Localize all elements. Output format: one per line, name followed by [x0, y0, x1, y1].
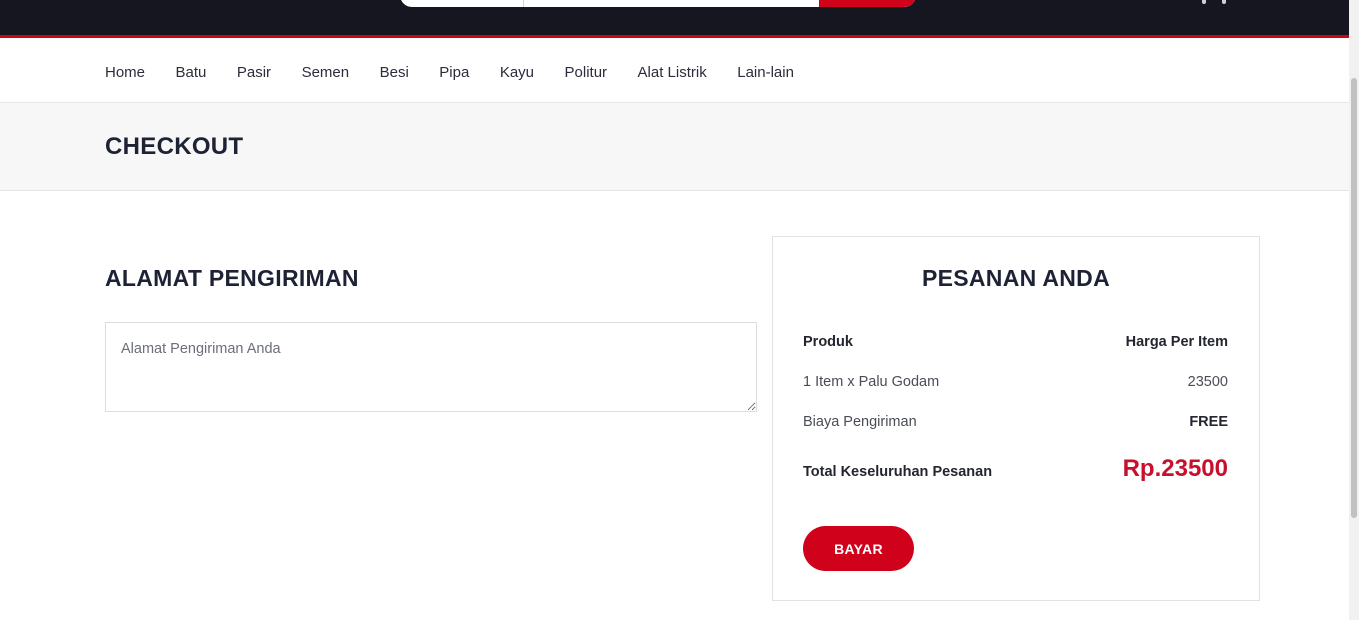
- nav-item-kayu[interactable]: Kayu: [500, 64, 534, 81]
- nav-item-lain-lain[interactable]: Lain-lain: [737, 64, 794, 81]
- main-navigation: Home Batu Pasir Semen Besi Pipa Kayu Pol…: [0, 41, 1349, 103]
- nav-item-home[interactable]: Home: [105, 64, 145, 81]
- page-header: CHECKOUT: [0, 103, 1349, 191]
- account-icon[interactable]: [1196, 0, 1232, 6]
- shipping-address-title: ALAMAT PENGIRIMAN: [105, 265, 359, 291]
- product-column-header: Produk: [803, 334, 853, 350]
- shipping-address-input[interactable]: [105, 322, 757, 412]
- nav-item-pipa[interactable]: Pipa: [439, 64, 469, 81]
- pay-button[interactable]: BAYAR: [803, 526, 914, 571]
- shipping-cost-label: Biaya Pengiriman: [803, 414, 917, 430]
- order-item-price: 23500: [1187, 374, 1228, 390]
- order-total-label: Total Keseluruhan Pesanan: [803, 464, 993, 480]
- top-header-bar: [0, 0, 1349, 38]
- order-summary: PESANAN ANDA Produk Harga Per Item 1 Ite…: [772, 236, 1260, 601]
- order-summary-title: PESANAN ANDA: [921, 265, 1111, 291]
- order-total-value: Rp.23500: [1122, 455, 1228, 482]
- page-scrollbar[interactable]: [1349, 0, 1359, 620]
- page-title: CHECKOUT: [105, 133, 244, 160]
- order-item-label: 1 Item x Palu Godam: [803, 374, 940, 390]
- nav-item-politur[interactable]: Politur: [565, 64, 608, 81]
- shipping-cost-value: FREE: [1189, 414, 1228, 430]
- nav-item-alat-listrik[interactable]: Alat Listrik: [638, 64, 707, 81]
- price-column-header: Harga Per Item: [1125, 334, 1228, 350]
- search-bar[interactable]: [400, 0, 916, 7]
- order-total-row: Total Keseluruhan Pesanan Rp.23500: [803, 455, 1228, 483]
- nav-item-besi[interactable]: Besi: [380, 64, 409, 81]
- nav-item-semen[interactable]: Semen: [302, 64, 350, 81]
- search-button[interactable]: [819, 0, 916, 7]
- nav-item-batu[interactable]: Batu: [176, 64, 207, 81]
- order-table-header: Produk Harga Per Item: [803, 334, 1228, 350]
- scrollbar-thumb[interactable]: [1351, 78, 1357, 518]
- shipping-cost-row: Biaya Pengiriman FREE: [803, 414, 1228, 430]
- search-category-divider: [523, 0, 524, 7]
- nav-item-pasir[interactable]: Pasir: [237, 64, 271, 81]
- order-item-row: 1 Item x Palu Godam 23500: [803, 374, 1228, 390]
